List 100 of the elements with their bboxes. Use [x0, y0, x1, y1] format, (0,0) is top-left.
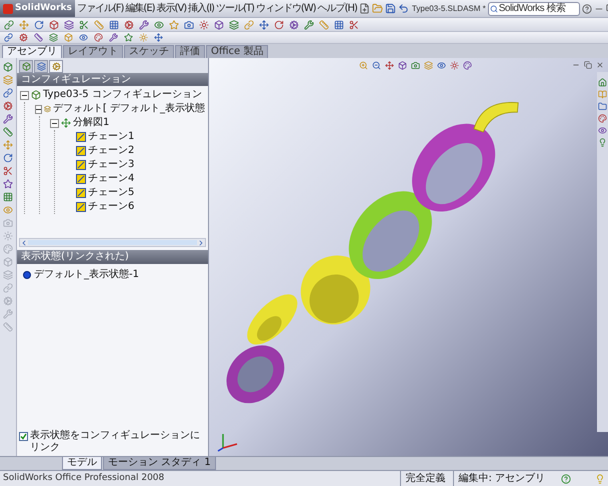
- new-file-icon[interactable]: [358, 3, 370, 14]
- menu-item[interactable]: 表示(V): [156, 1, 186, 16]
- task-pane-icon[interactable]: [598, 78, 607, 87]
- tool-icon[interactable]: [3, 101, 13, 111]
- toolbar-icon[interactable]: [49, 33, 58, 42]
- tool-icon[interactable]: [3, 62, 13, 72]
- task-pane-icon[interactable]: [598, 138, 607, 147]
- task-pane-icon[interactable]: [598, 126, 607, 135]
- toolbar-icon[interactable]: [19, 33, 28, 42]
- command-tab[interactable]: 評価: [175, 45, 205, 58]
- tree-item[interactable]: チェーン2: [88, 145, 134, 157]
- command-tab[interactable]: スケッチ: [124, 45, 174, 58]
- toolbar-icon[interactable]: [34, 33, 43, 42]
- toolbar-icon[interactable]: [109, 20, 119, 30]
- view-tool-icon[interactable]: [437, 60, 446, 70]
- close-icon[interactable]: [596, 61, 604, 69]
- restore-icon[interactable]: [584, 61, 592, 69]
- search-field[interactable]: SolidWorks 検索: [488, 2, 580, 16]
- tree-item[interactable]: デフォルト[ デフォルト_表示状態: [52, 103, 205, 115]
- menu-item[interactable]: ウィンドウ(W): [256, 1, 316, 16]
- collapse-toggle[interactable]: [20, 90, 29, 100]
- toolbar-icon[interactable]: [229, 20, 239, 30]
- collapse-toggle[interactable]: [35, 104, 42, 114]
- command-tab[interactable]: Office 製品: [206, 45, 268, 58]
- tool-icon[interactable]: [3, 127, 13, 137]
- tree-item[interactable]: チェーン3: [88, 159, 134, 171]
- link-checkbox[interactable]: [19, 432, 28, 441]
- tool-icon[interactable]: [3, 114, 13, 124]
- scroll-left-icon[interactable]: [20, 238, 28, 246]
- toolbar-icon[interactable]: [94, 33, 103, 42]
- toolbar-icon[interactable]: [4, 33, 13, 42]
- toolbar-icon[interactable]: [109, 33, 118, 42]
- menu-item[interactable]: 編集(E): [125, 1, 155, 16]
- view-tool-icon[interactable]: [463, 60, 472, 70]
- toolbar-icon[interactable]: [289, 20, 299, 30]
- menu-item[interactable]: 挿入(I): [188, 1, 214, 16]
- collapse-toggle[interactable]: [50, 118, 59, 128]
- display-state-item[interactable]: デフォルト_表示状態-1: [34, 267, 139, 282]
- panel-tab[interactable]: [49, 60, 63, 73]
- menu-item[interactable]: ヘルプ(H): [318, 1, 357, 16]
- view-tool-icon[interactable]: [372, 60, 381, 70]
- logo-icon: [3, 4, 13, 14]
- menu-item[interactable]: ファイル(F): [76, 1, 124, 16]
- toolbar-icon[interactable]: [154, 20, 164, 30]
- toolbar-icon[interactable]: [334, 20, 344, 30]
- toolbar-icon[interactable]: [274, 20, 284, 30]
- tool-icon[interactable]: [3, 179, 13, 189]
- tree-item[interactable]: チェーン6: [88, 201, 134, 213]
- minus-icon: [52, 120, 57, 126]
- bottom-tab[interactable]: モデル: [62, 457, 102, 470]
- layers-icon: [44, 104, 51, 114]
- tree-item[interactable]: Type03-5 コンフィギュレーション: [43, 89, 202, 101]
- view-tool-icon[interactable]: [411, 60, 420, 70]
- tool-icon[interactable]: [3, 153, 13, 163]
- toolbar-icon[interactable]: [124, 20, 134, 30]
- explode-icon: [61, 118, 71, 128]
- toolbar-icon[interactable]: [64, 20, 74, 30]
- toolbar-icon[interactable]: [259, 20, 269, 30]
- help-icon[interactable]: [561, 474, 571, 484]
- menu-item[interactable]: ツール(T): [216, 1, 254, 16]
- search-icon: [490, 4, 498, 12]
- toolbar-icon[interactable]: [304, 20, 314, 30]
- toolbar-icon[interactable]: [79, 20, 89, 30]
- toolbar-icon[interactable]: [184, 20, 194, 30]
- tool-icon[interactable]: [3, 192, 13, 202]
- toolbar-icon[interactable]: [34, 20, 44, 30]
- command-tab[interactable]: レイアウト: [63, 45, 123, 58]
- save-icon[interactable]: [384, 3, 396, 14]
- help-icon[interactable]: [582, 4, 592, 14]
- step-icon: [76, 160, 86, 170]
- horizontal-scrollbar[interactable]: [19, 238, 206, 247]
- tool-icon[interactable]: [3, 88, 13, 98]
- tree-item[interactable]: チェーン1: [88, 131, 134, 143]
- scroll-right-icon[interactable]: [197, 238, 205, 246]
- panel-tab[interactable]: [19, 60, 33, 73]
- toolbar-icon[interactable]: [349, 20, 359, 30]
- tree-item[interactable]: チェーン5: [88, 187, 134, 199]
- app-logo[interactable]: SolidWorks: [0, 0, 75, 17]
- tree-item[interactable]: 分解図1: [73, 117, 110, 129]
- tree-item[interactable]: チェーン4: [88, 173, 134, 185]
- toolbar-icon[interactable]: [124, 33, 133, 42]
- task-pane-icon[interactable]: [598, 102, 607, 111]
- tool-icon[interactable]: [3, 166, 13, 176]
- task-pane-icon[interactable]: [598, 114, 607, 123]
- document-title: Type03-5.SLDASM *: [412, 2, 486, 14]
- panel-tab[interactable]: [34, 60, 48, 73]
- toolbar-icon[interactable]: [214, 20, 224, 30]
- bottom-tab[interactable]: モーション スタディ 1: [103, 457, 216, 470]
- toolbar-icon[interactable]: [139, 20, 149, 30]
- command-tab[interactable]: アセンブリ: [2, 45, 62, 58]
- undo-icon[interactable]: [398, 3, 409, 14]
- view-tool-icon[interactable]: [398, 60, 407, 70]
- step-icon: [76, 188, 86, 198]
- toolbar-icon[interactable]: [4, 20, 14, 30]
- toolbar-icon[interactable]: [199, 20, 209, 30]
- toolbar-icon[interactable]: [154, 33, 163, 42]
- toolbar-icon[interactable]: [79, 33, 88, 42]
- toolbar-icon[interactable]: [49, 20, 59, 30]
- view-tool-icon[interactable]: [450, 60, 459, 70]
- view-tool-icon[interactable]: [385, 60, 394, 70]
